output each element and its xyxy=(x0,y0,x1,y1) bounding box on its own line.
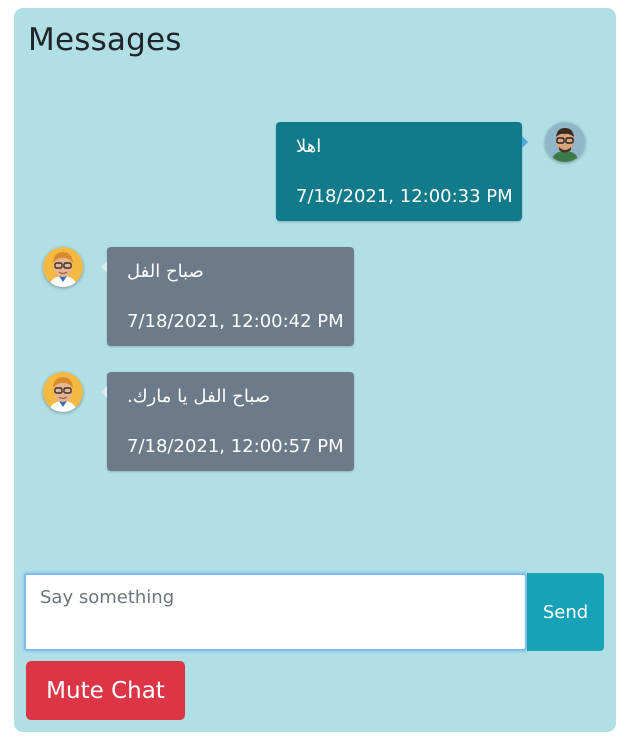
bubble-tail xyxy=(522,136,528,148)
message-text: اهلا xyxy=(296,136,322,157)
message-input[interactable] xyxy=(26,575,525,649)
message-bubble-received: صباح الفل 7/18/2021, 12:00:42 PM xyxy=(101,247,354,346)
sender-avatar-icon xyxy=(545,122,585,162)
bubble-tail xyxy=(101,261,107,273)
message-bubble-sent: اهلا 7/18/2021, 12:00:33 PM xyxy=(276,122,528,221)
page-title: Messages xyxy=(28,22,182,58)
message-timestamp: 7/18/2021, 12:00:57 PM xyxy=(127,436,344,457)
message-text: صباح الفل يا مارك. xyxy=(127,386,271,407)
mute-chat-button[interactable]: Mute Chat xyxy=(26,661,185,720)
send-button[interactable]: Send xyxy=(527,573,604,651)
sender-avatar-icon xyxy=(43,247,83,287)
sender-avatar-icon xyxy=(43,372,83,412)
bubble-tail xyxy=(101,386,107,398)
message-timestamp: 7/18/2021, 12:00:42 PM xyxy=(127,311,344,332)
chat-panel: Messages اهلا 7/18/2021, 12:00:33 PM صبا… xyxy=(14,8,616,732)
message-timestamp: 7/18/2021, 12:00:33 PM xyxy=(296,186,513,207)
message-text: صباح الفل xyxy=(127,261,204,282)
message-input-wrapper xyxy=(24,573,527,651)
message-bubble-received: صباح الفل يا مارك. 7/18/2021, 12:00:57 P… xyxy=(101,372,354,471)
